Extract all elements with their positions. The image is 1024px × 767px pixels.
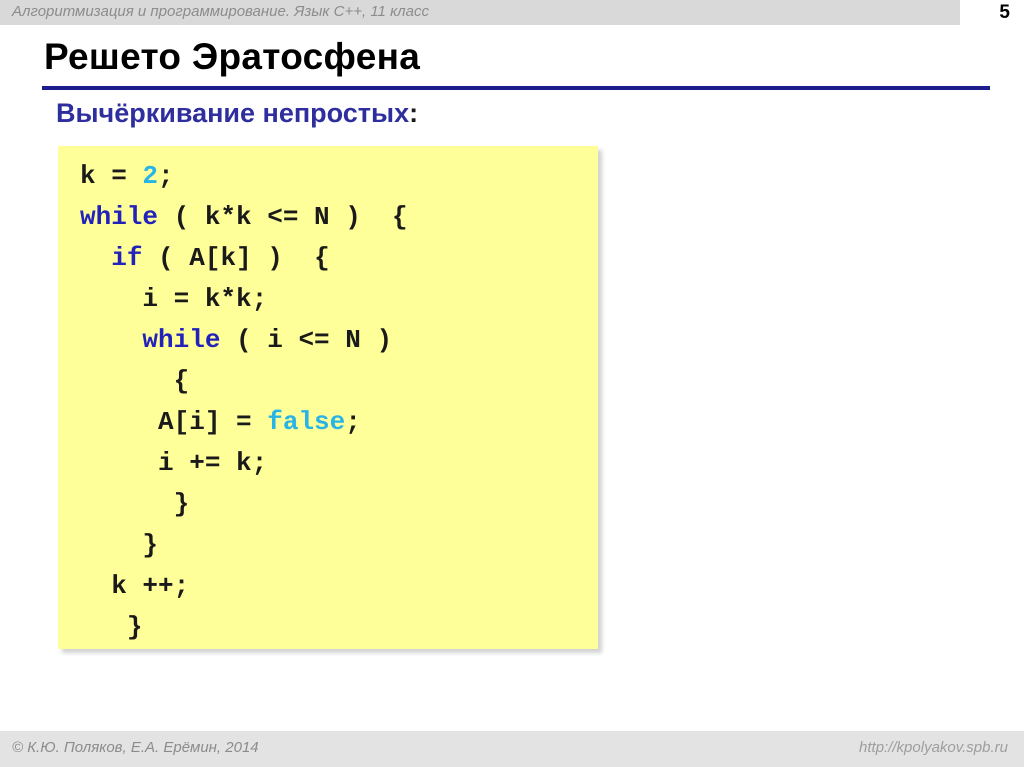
code-line: { [80, 361, 408, 402]
code-line: i += k; [80, 443, 408, 484]
code-keyword: if [111, 243, 143, 273]
code-text: k = [80, 161, 143, 191]
subtitle-label: Вычёркивание непростых [56, 98, 410, 128]
code-listing: k = 2; while ( k*k <= N ) { if ( A[k] ) {… [80, 156, 408, 648]
code-text: ; [158, 161, 174, 191]
code-keyword: while [80, 202, 159, 232]
code-literal: 2 [142, 161, 159, 191]
code-text: k ++; [111, 571, 190, 601]
code-text: ( A[k] ) { [142, 243, 330, 273]
code-text: ; [345, 407, 361, 437]
code-text: ( i <= N ) [220, 325, 393, 355]
code-keyword: while [142, 325, 221, 355]
code-text: i = k*k; [142, 284, 268, 314]
code-text: ( k*k <= N ) { [158, 202, 408, 232]
code-line: while ( i <= N ) [80, 320, 408, 361]
copyright-text: © К.Ю. Поляков, Е.А. Ерёмин, 2014 [12, 739, 259, 756]
code-text: A[i] = [158, 407, 268, 437]
code-line: } [80, 525, 408, 566]
code-text: } [173, 489, 190, 519]
code-line: } [80, 484, 408, 525]
code-line: i = k*k; [80, 279, 408, 320]
page-title: Решето Эратосфена [44, 36, 421, 77]
course-title: Алгоритмизация и программирование. Язык … [12, 3, 429, 20]
code-line: k ++; [80, 566, 408, 607]
website-url: http://kpolyakov.spb.ru [859, 739, 1008, 756]
subtitle-colon: : [409, 98, 419, 128]
slide-number: 5 [999, 1, 1010, 25]
header-band-right-spacer [960, 0, 1024, 25]
code-line: k = 2; [80, 156, 408, 197]
code-text: } [126, 612, 143, 642]
code-block: k = 2; while ( k*k <= N ) { if ( A[k] ) {… [58, 146, 598, 649]
code-text: } [142, 530, 159, 560]
code-literal: false [267, 407, 346, 437]
subtitle: Вычёркивание непростых: [56, 98, 418, 129]
code-line: } [80, 607, 408, 648]
code-line: while ( k*k <= N ) { [80, 197, 408, 238]
code-text: i += k; [158, 448, 268, 478]
footer-band: © К.Ю. Поляков, Е.А. Ерёмин, 2014 http:/… [0, 731, 1024, 767]
code-text: { [173, 366, 190, 396]
title-divider [42, 86, 990, 90]
code-line: if ( A[k] ) { [80, 238, 408, 279]
code-line: A[i] = false; [80, 402, 408, 443]
